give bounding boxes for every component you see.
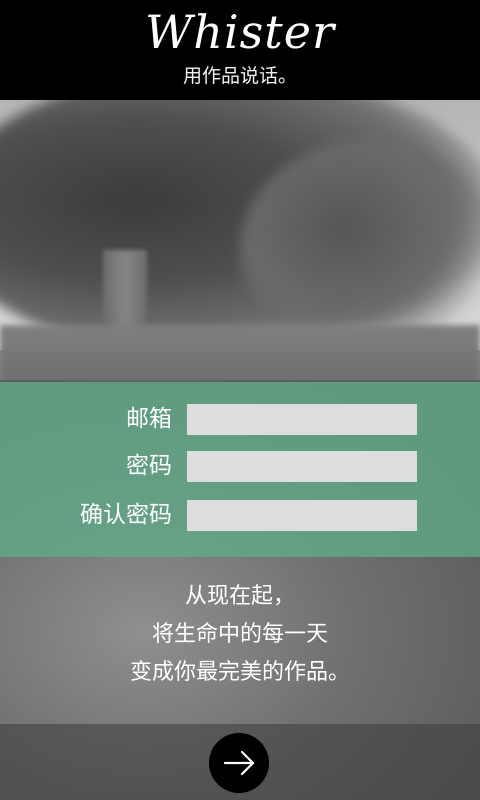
background-horizon [0, 325, 480, 385]
confirm-password-row: 确认密码 [0, 500, 480, 531]
app-tagline: 用作品说话。 [182, 65, 297, 87]
email-field[interactable] [187, 404, 417, 435]
email-row: 邮箱 [0, 404, 480, 435]
app-logo-title: Whister [145, 5, 335, 59]
motto-line-1: 从现在起， [184, 584, 295, 609]
app-header: Whister 用作品说话。 [0, 0, 480, 100]
motto-line-2: 将生命中的每一天 [151, 622, 328, 647]
password-row: 密码 [0, 451, 480, 482]
email-label: 邮箱 [126, 406, 172, 432]
motto-message: 从现在起， 将生命中的每一天 变成你最完美的作品。 [0, 578, 480, 692]
motto-line-3: 变成你最完美的作品。 [129, 660, 350, 685]
registration-form: 邮箱 密码 确认密码 [0, 382, 480, 557]
arrow-right-icon [223, 750, 255, 776]
confirm-password-label: 确认密码 [80, 502, 172, 528]
next-button[interactable] [209, 733, 269, 793]
password-field[interactable] [187, 451, 417, 482]
confirm-password-field[interactable] [187, 500, 417, 531]
password-label: 密码 [126, 453, 172, 479]
register-screen: Whister 用作品说话。 邮箱 密码 确认密码 从现在起， 将生命中的每一天… [0, 0, 480, 800]
